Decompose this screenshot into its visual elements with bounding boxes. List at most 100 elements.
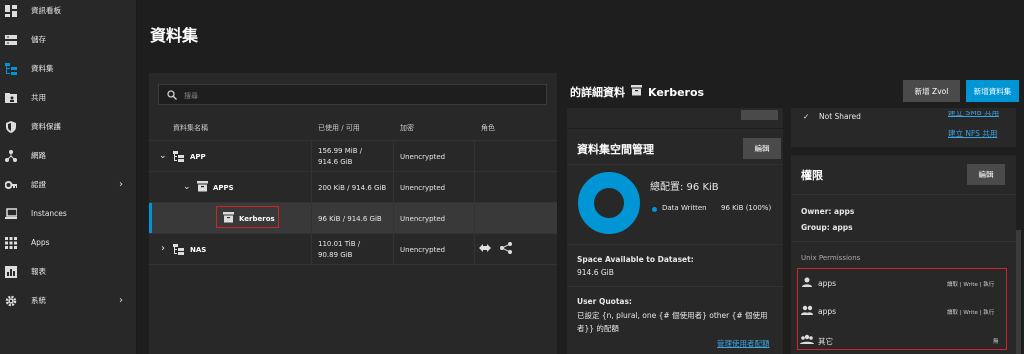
permission-name: apps <box>818 307 837 316</box>
chevron-right-icon[interactable]: › <box>161 244 165 254</box>
sidebar-item-shares[interactable]: 共用 <box>0 83 137 112</box>
key-icon <box>5 179 17 191</box>
encryption-value: Unencrypted <box>400 246 446 254</box>
network-icon <box>5 149 17 162</box>
dataset-name: NAS <box>190 246 207 254</box>
details-dataset-name: Kerberos <box>648 85 705 99</box>
sidebar-item-label: 認證 <box>31 180 46 189</box>
add-zvol-button[interactable]: 新增 Zvol <box>903 80 960 102</box>
search-input[interactable]: 搜尋 <box>158 84 547 105</box>
column-header-used[interactable]: 已使用 / 可用 <box>318 123 360 133</box>
scrollbar[interactable] <box>1016 230 1021 354</box>
sidebar-item-credentials[interactable]: 認證 › <box>0 170 137 199</box>
column-divider <box>311 140 312 264</box>
table-row[interactable]: ⌄ APPS 200 KiB / 914.6 GiB Unencrypted <box>149 171 557 202</box>
table-row[interactable]: Kerberos 96 KiB / 914.6 GiB Unencrypted <box>149 202 557 233</box>
permissions-edit-button[interactable]: 編輯 <box>967 164 1005 185</box>
permission-value: 讀取 | Write | 執行 <box>947 310 995 316</box>
dataset-name: APPS <box>213 184 234 192</box>
used-value: 110.01 TiB / <box>318 240 361 248</box>
sidebar-item-label: 資訊看板 <box>31 6 61 15</box>
add-dataset-button[interactable]: 新增資料集 <box>966 80 1019 102</box>
row-divider <box>149 264 557 265</box>
group-icon <box>801 305 813 317</box>
card-divider <box>791 194 1016 195</box>
page-title: 資料集 <box>150 26 199 45</box>
encryption-value: Unencrypted <box>400 153 446 161</box>
sidebar-item-label: 儲存 <box>31 35 46 44</box>
encryption-value: Unencrypted <box>400 184 446 192</box>
dashboard-icon <box>5 4 17 17</box>
space-card-title: 資料集空間管理 <box>577 143 654 156</box>
storage-icon <box>5 34 17 46</box>
permission-name: 其它 <box>818 337 833 346</box>
user-icon <box>802 277 812 289</box>
used-value: 156.99 MiB / <box>318 147 363 155</box>
sidebar-item-label: Apps <box>31 238 50 247</box>
used-value: 200 KiB / 914.6 GiB <box>318 184 387 192</box>
chevron-down-icon[interactable]: ⌄ <box>159 151 167 161</box>
apps-grid-icon <box>5 236 17 249</box>
chevron-right-icon: › <box>119 295 123 306</box>
group-text: Group: apps <box>801 223 853 232</box>
manage-user-quotas-link[interactable]: 管理使用者配額 <box>717 338 770 349</box>
table-row[interactable]: ⌄ APP 156.99 MiB / 914.6 GiB Unencrypted <box>149 140 557 171</box>
used-value: 914.6 GiB <box>318 158 353 166</box>
card-divider <box>567 128 783 129</box>
sidebar-item-system[interactable]: 系統 › <box>0 286 137 315</box>
user-quotas-text: 者}} 的配額 <box>577 324 619 333</box>
permission-value: 讀取 | Write | 執行 <box>947 282 995 288</box>
space-edit-button[interactable]: 編輯 <box>743 138 781 159</box>
dataset-icon <box>173 244 184 258</box>
table-row[interactable]: › NAS 110.01 TiB / 90.89 GiB Unencrypted <box>149 233 557 264</box>
card-divider <box>567 286 783 287</box>
details-title: 的詳細資料 Kerberos <box>570 84 704 100</box>
column-divider <box>393 140 394 264</box>
chevron-right-icon: › <box>119 179 123 190</box>
space-available-label: Space Available to Dataset: <box>577 255 694 264</box>
sidebar-item-instances[interactable]: Instances <box>0 199 137 228</box>
check-icon: ✓ <box>803 112 810 121</box>
legend-swatch <box>652 207 657 212</box>
sidebar-item-label: Instances <box>31 209 67 218</box>
user-quotas-text: 已設定 {n, plural, one {# 個使用者} other {# 個使… <box>577 311 768 320</box>
card-divider <box>567 244 783 245</box>
app-package-icon <box>197 181 208 195</box>
create-smb-share-link[interactable]: 建立 SMB 共用 <box>948 111 999 118</box>
owner-text: Owner: apps <box>801 207 855 216</box>
sidebar-item-storage[interactable]: 儲存 <box>0 25 137 54</box>
unix-permissions-label: Unix Permissions <box>801 254 861 262</box>
column-header-roles[interactable]: 角色 <box>481 123 495 133</box>
search-placeholder: 搜尋 <box>184 92 198 100</box>
column-header-name[interactable]: 資料集名稱 <box>173 123 208 133</box>
highlight-box <box>216 206 279 228</box>
column-header-encryption[interactable]: 加密 <box>400 123 414 133</box>
sidebar-item-label: 共用 <box>31 93 46 102</box>
sidebar-item-network[interactable]: 網路 <box>0 141 137 170</box>
sidebar-item-label: 資料保護 <box>31 122 61 131</box>
not-shared-text: Not Shared <box>819 112 861 121</box>
legend-value: 96 KiB (100%) <box>721 204 772 212</box>
permission-name: apps <box>818 279 837 288</box>
shares-icon <box>5 92 17 104</box>
sidebar-item-label: 系統 <box>31 296 46 305</box>
total-allocated: 總配置: 96 KiB <box>650 182 719 193</box>
sidebar-item-datasets[interactable]: 資料集 <box>0 54 137 83</box>
permissions-card-title: 權限 <box>801 169 823 182</box>
reports-icon <box>5 265 17 278</box>
sidebar-item-label: 報表 <box>31 267 46 276</box>
sidebar-item-apps[interactable]: Apps <box>0 228 137 257</box>
used-value: 96 KiB / 914.6 GiB <box>318 215 382 223</box>
used-value: 90.89 GiB <box>318 251 353 259</box>
sidebar-item-reports[interactable]: 報表 <box>0 257 137 286</box>
chevron-down-icon[interactable]: ⌄ <box>183 182 191 192</box>
create-nfs-share-link[interactable]: 建立 NFS 共用 <box>948 128 997 139</box>
edit-button-partial[interactable] <box>741 110 778 120</box>
card-divider <box>567 164 783 165</box>
sidebar-item-data-protection[interactable]: 資料保護 <box>0 112 137 141</box>
sidebar-item-dashboard[interactable]: 資訊看板 <box>0 0 137 25</box>
selected-indicator <box>149 203 152 233</box>
encryption-value: Unencrypted <box>400 215 446 223</box>
space-available-value: 914.6 GiB <box>577 268 614 277</box>
share-icon <box>500 242 512 257</box>
